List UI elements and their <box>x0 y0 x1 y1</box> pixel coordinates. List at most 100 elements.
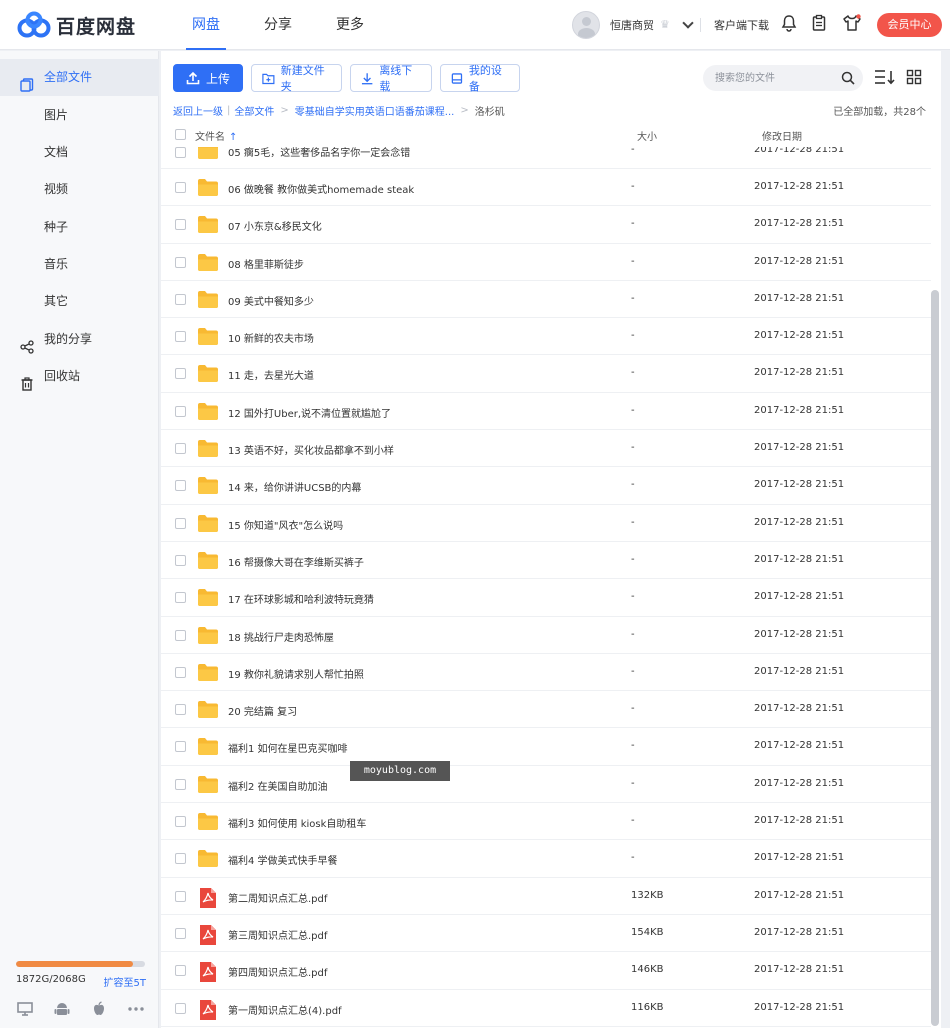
file-name[interactable]: 福利1 如何在星巴克买咖啡 <box>228 740 348 755</box>
file-name[interactable]: 第三周知识点汇总.pdf <box>228 927 327 942</box>
file-name[interactable]: 13 英语不好，买化妆品都拿不到小样 <box>228 442 394 457</box>
breadcrumb-all-files[interactable]: 全部文件 <box>234 103 274 118</box>
file-name[interactable]: 09 美式中餐知多少 <box>228 293 314 308</box>
apple-icon[interactable] <box>90 1000 108 1018</box>
chevron-down-icon[interactable] <box>682 17 694 29</box>
row-checkbox[interactable] <box>175 927 186 939</box>
table-row[interactable]: 10 新鲜的农夫市场 - 2017-12-28 21:51 <box>161 318 931 356</box>
table-row[interactable]: 17 在环球影城和哈利波特玩竟猜 - 2017-12-28 21:51 <box>161 579 931 617</box>
sort-list-icon[interactable] <box>874 69 895 85</box>
user-menu[interactable]: 恒唐商贸 ♛ <box>572 11 694 39</box>
row-checkbox[interactable] <box>175 219 186 231</box>
row-checkbox[interactable] <box>175 480 186 492</box>
row-checkbox[interactable] <box>175 443 186 455</box>
offline-download-button[interactable]: 离线下载 <box>350 64 432 93</box>
grid-view-icon[interactable] <box>906 69 926 85</box>
table-row[interactable]: 20 完结篇 复习 - 2017-12-28 21:51 <box>161 691 931 729</box>
file-name[interactable]: 15 你知道"风衣"怎么说吗 <box>228 517 343 532</box>
row-checkbox[interactable] <box>175 368 186 380</box>
row-checkbox[interactable] <box>175 816 186 828</box>
column-name[interactable]: 文件名 ↑ <box>195 128 237 143</box>
table-row[interactable]: 福利4 学做美式快手早餐 - 2017-12-28 21:51 <box>161 840 931 878</box>
table-row[interactable]: 07 小东京&移民文化 - 2017-12-28 21:51 <box>161 206 931 244</box>
table-row[interactable]: 第二周知识点汇总.pdf 132KB 2017-12-28 21:51 <box>161 878 931 915</box>
expand-storage-link[interactable]: 扩容至5T <box>104 974 146 989</box>
sidebar-item-all-files[interactable]: 全部文件 <box>0 59 159 96</box>
file-name[interactable]: 08 格里菲斯徒步 <box>228 256 304 271</box>
android-icon[interactable] <box>53 1000 71 1018</box>
sidebar-item-documents[interactable]: 文档 <box>0 134 159 171</box>
file-name[interactable]: 16 帮摄像大哥在李维斯买裤子 <box>228 554 364 569</box>
upload-button[interactable]: 上传 <box>173 64 243 92</box>
sidebar-item-recycle-bin[interactable]: 回收站 <box>0 358 159 395</box>
my-devices-button[interactable]: 我的设备 <box>440 64 520 93</box>
file-name[interactable]: 10 新鲜的农夫市场 <box>228 330 314 345</box>
file-name[interactable]: 第一周知识点汇总(4).pdf <box>228 1002 342 1017</box>
file-name[interactable]: 20 完结篇 复习 <box>228 703 297 718</box>
nav-more[interactable]: 更多 <box>314 0 386 50</box>
new-folder-button[interactable]: 新建文件夹 <box>251 64 342 93</box>
row-checkbox[interactable] <box>175 629 186 641</box>
table-row[interactable]: 11 走，去星光大道 - 2017-12-28 21:51 <box>161 355 931 393</box>
file-name[interactable]: 第二周知识点汇总.pdf <box>228 890 327 905</box>
scrollbar[interactable] <box>931 290 939 1026</box>
nav-netdisk[interactable]: 网盘 <box>170 0 242 50</box>
table-row[interactable]: 18 挑战行尸走肉恐怖屋 - 2017-12-28 21:51 <box>161 617 931 654</box>
avatar[interactable] <box>572 11 600 39</box>
file-name[interactable]: 05 瘸5毛，这些奢侈品名字你一定会念错 <box>228 147 410 159</box>
row-checkbox[interactable] <box>175 1002 186 1014</box>
search-icon[interactable] <box>841 71 855 85</box>
file-name[interactable]: 福利3 如何使用 kiosk自助租车 <box>228 815 366 830</box>
row-checkbox[interactable] <box>175 853 186 865</box>
file-name[interactable]: 12 国外打Uber,说不清位置就尴尬了 <box>228 405 391 420</box>
table-row[interactable]: 福利1 如何在星巴克买咖啡 - 2017-12-28 21:51 <box>161 728 931 766</box>
table-row[interactable]: 第三周知识点汇总.pdf 154KB 2017-12-28 21:51 <box>161 915 931 953</box>
row-checkbox[interactable] <box>175 741 186 753</box>
search-input[interactable] <box>715 65 835 91</box>
table-row[interactable]: 08 格里菲斯徒步 - 2017-12-28 21:51 <box>161 244 931 281</box>
row-checkbox[interactable] <box>175 331 186 343</box>
table-row[interactable]: 19 教你礼貌请求别人帮忙拍照 - 2017-12-28 21:51 <box>161 654 931 692</box>
table-row[interactable]: 15 你知道"风衣"怎么说吗 - 2017-12-28 21:51 <box>161 505 931 542</box>
table-row[interactable]: 福利3 如何使用 kiosk自助租车 - 2017-12-28 21:51 <box>161 803 931 841</box>
table-row[interactable]: 福利2 在美国自助加油 - 2017-12-28 21:51 <box>161 766 931 804</box>
table-row[interactable]: 13 英语不好，买化妆品都拿不到小样 - 2017-12-28 21:51 <box>161 430 931 468</box>
select-all-checkbox[interactable] <box>175 129 186 140</box>
row-checkbox[interactable] <box>175 554 186 566</box>
sidebar-item-music[interactable]: 音乐 <box>0 246 159 283</box>
file-name[interactable]: 福利4 学做美式快手早餐 <box>228 852 338 867</box>
column-date[interactable]: 修改日期 <box>762 128 802 143</box>
nav-share[interactable]: 分享 <box>242 0 314 50</box>
row-checkbox[interactable] <box>175 704 186 716</box>
sidebar-item-my-shares[interactable]: 我的分享 <box>0 321 159 358</box>
table-row[interactable]: 06 做晚餐 教你做美式homemade steak - 2017-12-28 21… <box>161 169 931 207</box>
row-checkbox[interactable] <box>175 517 186 529</box>
table-row[interactable]: 14 来，给你讲讲UCSB的内幕 - 2017-12-28 21:51 <box>161 467 931 505</box>
client-download-link[interactable]: 客户端下载 <box>714 17 769 33</box>
table-row[interactable]: 第一周知识点汇总(4).pdf 116KB 2017-12-28 21:51 <box>161 990 931 1027</box>
table-row[interactable]: 12 国外打Uber,说不清位置就尴尬了 - 2017-12-28 21:51 <box>161 393 931 431</box>
logo[interactable]: 百度网盘 <box>16 11 136 39</box>
sidebar-item-other[interactable]: 其它 <box>0 283 159 320</box>
table-row[interactable]: 16 帮摄像大哥在李维斯买裤子 - 2017-12-28 21:51 <box>161 542 931 580</box>
file-name[interactable]: 18 挑战行尸走肉恐怖屋 <box>228 629 334 644</box>
sidebar-item-videos[interactable]: 视频 <box>0 171 159 208</box>
row-checkbox[interactable] <box>175 592 186 604</box>
file-name[interactable]: 19 教你礼貌请求别人帮忙拍照 <box>228 666 364 681</box>
file-name[interactable]: 第四周知识点汇总.pdf <box>228 964 327 979</box>
sidebar-item-torrents[interactable]: 种子 <box>0 209 159 246</box>
breadcrumb-back[interactable]: 返回上一级 <box>173 103 223 118</box>
table-row[interactable]: 09 美式中餐知多少 - 2017-12-28 21:51 <box>161 281 931 319</box>
file-name[interactable]: 11 走，去星光大道 <box>228 367 314 382</box>
more-devices-icon[interactable] <box>127 1000 145 1018</box>
column-size[interactable]: 大小 <box>637 128 657 143</box>
row-checkbox[interactable] <box>175 965 186 977</box>
file-name[interactable]: 06 做晚餐 教你做美式homemade steak <box>228 181 414 196</box>
row-checkbox[interactable] <box>175 405 186 417</box>
file-name[interactable]: 14 来，给你讲讲UCSB的内幕 <box>228 479 361 494</box>
clipboard-icon[interactable] <box>810 14 830 34</box>
vip-center-button[interactable]: 会员中心 <box>877 13 942 37</box>
row-checkbox[interactable] <box>175 182 186 193</box>
bell-icon[interactable] <box>780 14 800 34</box>
row-checkbox[interactable] <box>175 666 186 678</box>
